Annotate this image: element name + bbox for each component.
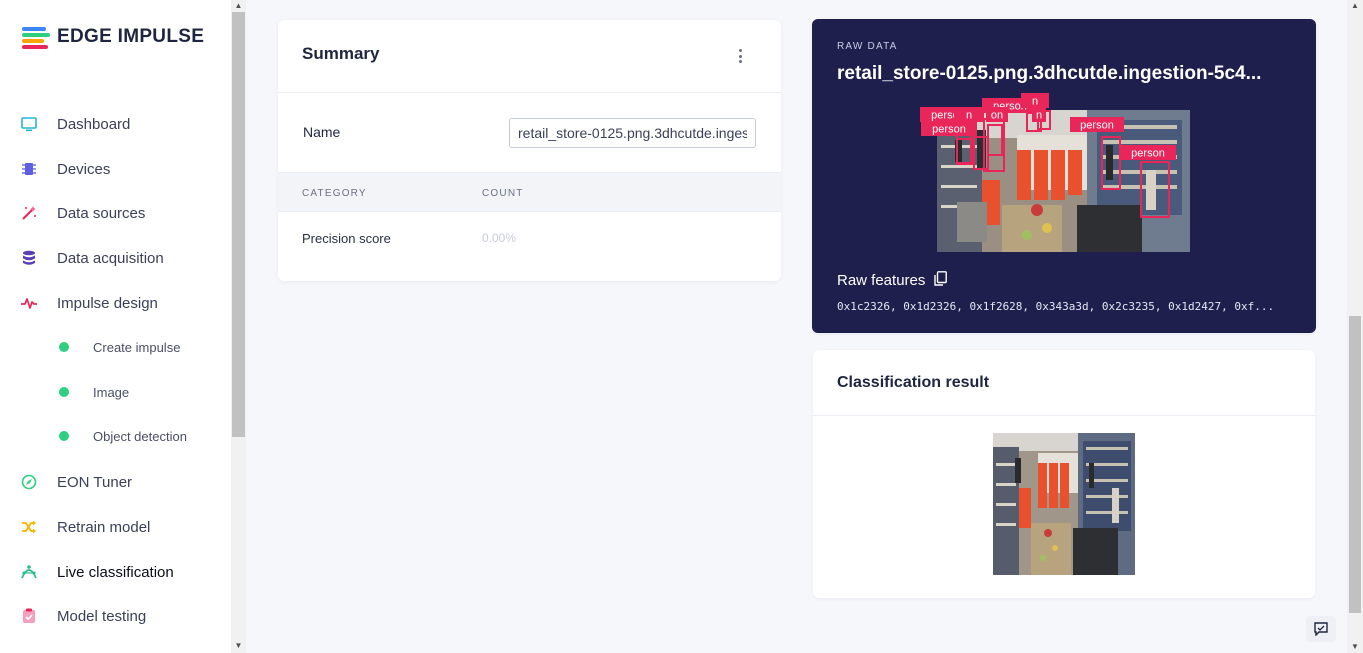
bounding-box-label: person [1080, 120, 1114, 132]
sidebar-subitem-image[interactable]: Image [59, 382, 129, 402]
summary-card: Summary Name CATEGORY COUNT Precision sc… [278, 20, 781, 281]
network-icon [20, 563, 38, 581]
status-dot [59, 387, 69, 397]
page-scrollbar-thumb[interactable] [1349, 316, 1361, 613]
sidebar-item-label: Retrain model [57, 518, 151, 536]
pulse-icon [20, 294, 38, 312]
feedback-button[interactable] [1306, 616, 1336, 642]
sidebar-item-eon-tuner[interactable]: EON Tuner [20, 471, 132, 493]
table-header: CATEGORY COUNT [278, 172, 781, 212]
bounding-box [973, 136, 989, 170]
page-scroll-down-icon[interactable]: ▼ [1347, 641, 1363, 653]
chat-icon [1314, 622, 1328, 636]
row-category: Precision score [302, 231, 391, 246]
sidebar-scroll-up-icon[interactable]: ▲ [231, 0, 246, 12]
bounding-box-overlay: person npersononnnpersonpersonperson [920, 93, 1176, 218]
bounding-box-label: n [966, 110, 972, 122]
clipboard-check-icon [20, 607, 38, 625]
sidebar-item-label: Model testing [57, 607, 147, 625]
brand-logo[interactable]: EDGE IMPULSE [22, 26, 205, 49]
bounding-box-label: person [1131, 148, 1165, 160]
bounding-box-label: on [991, 110, 1003, 122]
sidebar-scroll-down-icon[interactable]: ▼ [231, 640, 246, 652]
wand-icon [20, 204, 38, 222]
bounding-box-label: n [1036, 110, 1042, 122]
sidebar-item-retrain-model[interactable]: Retrain model [20, 516, 150, 538]
database-icon [20, 249, 38, 267]
sidebar-item-data-acquisition[interactable]: Data acquisition [20, 247, 164, 269]
sidebar-subitem-label: Object detection [93, 428, 187, 444]
sample-name-input[interactable] [509, 118, 756, 148]
page-scroll-up-icon[interactable]: ▲ [1347, 0, 1363, 12]
sidebar-subitem-create-impulse[interactable]: Create impulse [59, 337, 180, 357]
sidebar-item-label: Data acquisition [57, 249, 164, 267]
shuffle-icon [20, 518, 38, 536]
compass-icon [20, 473, 38, 491]
sidebar-item-dashboard[interactable]: Dashboard [20, 113, 130, 135]
status-dot [59, 342, 69, 352]
bounding-box-label: person [932, 124, 966, 136]
sidebar-item-model-testing[interactable]: Model testing [20, 605, 146, 627]
sidebar-item-label: Dashboard [57, 115, 131, 133]
classification-result-card: Classification result [813, 350, 1315, 598]
bounding-box [956, 138, 973, 165]
sidebar-subitem-label: Create impulse [93, 339, 181, 355]
classification-result-image [993, 433, 1135, 575]
sidebar-item-impulse-design[interactable]: Impulse design [20, 292, 158, 314]
sidebar-scrollbar-thumb[interactable] [232, 12, 245, 437]
name-label: Name [303, 124, 341, 140]
summary-title: Summary [302, 44, 380, 63]
divider [813, 415, 1315, 416]
monitor-icon [20, 115, 38, 133]
sidebar-item-label: Devices [57, 160, 111, 178]
more-options-icon[interactable] [736, 49, 744, 63]
raw-features-header: Raw features [837, 271, 948, 290]
sidebar-item-label: Data sources [57, 204, 146, 222]
sidebar-item-label: EON Tuner [57, 473, 133, 491]
status-dot [59, 431, 69, 441]
sidebar-subitem-object-detection[interactable]: Object detection [59, 426, 187, 446]
bounding-box [1140, 161, 1170, 218]
sidebar-item-label: Impulse design [57, 294, 158, 312]
sidebar-item-devices[interactable]: Devices [20, 158, 110, 180]
column-header-count: COUNT [482, 188, 524, 199]
raw-features-values: 0x1c2326, 0x1d2326, 0x1f2628, 0x343a3d, … [837, 300, 1275, 313]
classification-result-title: Classification result [837, 374, 990, 391]
row-count: 0.00% [482, 231, 517, 245]
bounding-box [1101, 136, 1121, 190]
sidebar-subitem-label: Image [93, 384, 130, 400]
sidebar: EDGE IMPULSE Dashboard Devices Data sour… [0, 0, 231, 653]
raw-features-title: Raw features [837, 272, 926, 289]
sidebar-item-live-classification[interactable]: Live classification [20, 561, 174, 583]
chip-icon [20, 160, 38, 178]
sidebar-item-data-sources[interactable]: Data sources [20, 202, 145, 224]
brand-name: EDGE IMPULSE [57, 26, 205, 47]
bounding-box [987, 124, 1003, 156]
column-header-category: CATEGORY [302, 188, 367, 199]
bounding-box-label: n [1032, 96, 1038, 108]
edge-impulse-logo-icon [22, 26, 50, 49]
divider [278, 92, 781, 93]
sidebar-item-label: Live classification [57, 563, 174, 581]
copy-icon[interactable] [934, 271, 948, 290]
raw-data-card: RAW DATA retail_store-0125.png.3dhcutde.… [812, 19, 1316, 333]
